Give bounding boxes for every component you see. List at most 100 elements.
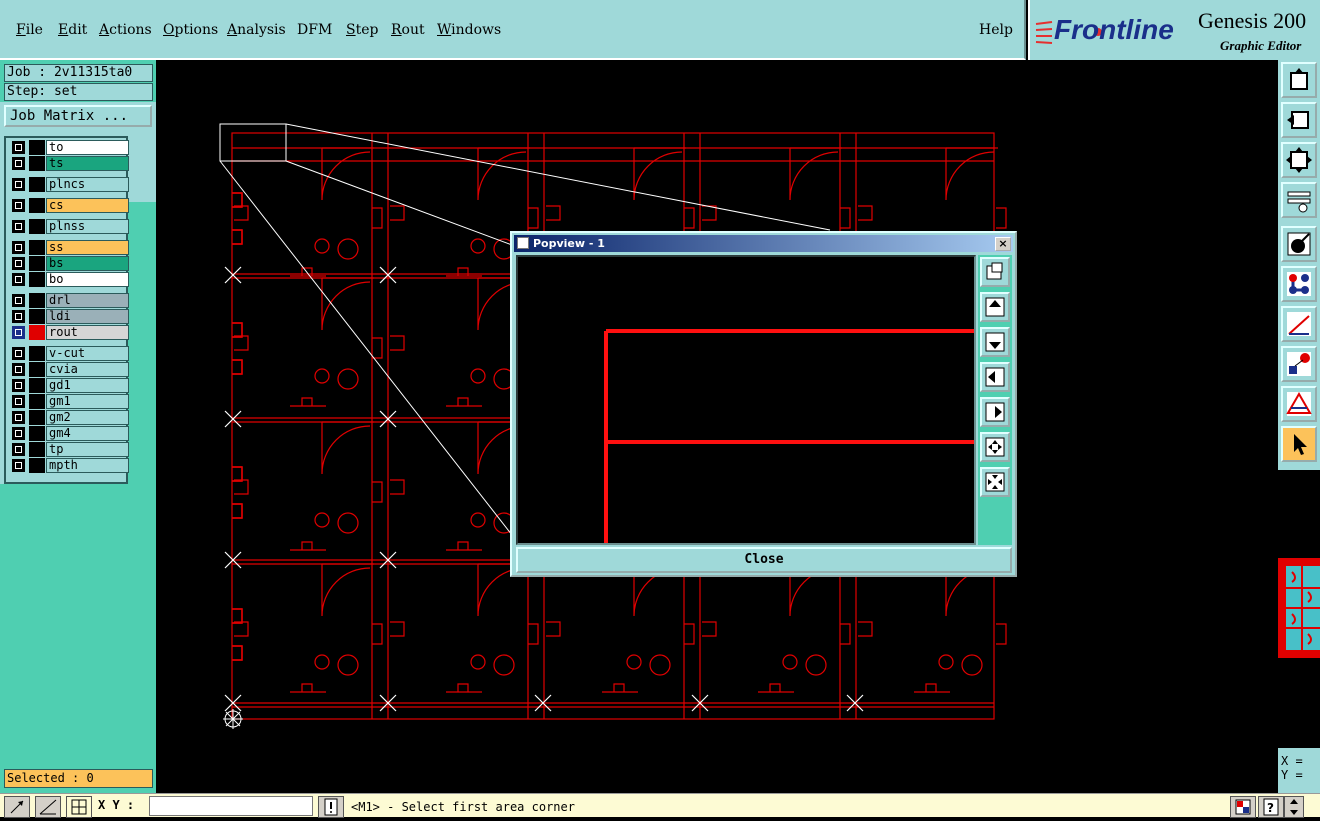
layer-row-rout-active[interactable]: rout — [10, 325, 130, 340]
layer-name: gm1 — [46, 394, 129, 409]
close-icon[interactable]: × — [995, 237, 1011, 251]
menu-edit[interactable]: Edit — [58, 22, 87, 38]
angle-icon — [39, 799, 57, 815]
popview-viewport[interactable] — [516, 255, 976, 545]
menu-analysis[interactable]: Analysis — [227, 22, 286, 38]
menu-file[interactable]: File — [16, 22, 43, 38]
layer-checkbox[interactable] — [12, 363, 25, 376]
menu-step[interactable]: Step — [346, 22, 378, 38]
layout-button[interactable] — [1230, 796, 1256, 818]
layer-checkbox[interactable] — [12, 347, 25, 360]
xy-input[interactable] — [149, 796, 313, 816]
layer-checkbox[interactable] — [12, 459, 25, 472]
layer-checkbox[interactable] — [12, 257, 25, 270]
help-button[interactable]: ? — [1258, 796, 1284, 818]
pointer-button[interactable] — [1281, 426, 1317, 462]
layer-row[interactable]: bs — [10, 256, 130, 271]
popview-window[interactable]: Popview - 1 × Close — [510, 231, 1017, 577]
zoom-window-button[interactable] — [980, 257, 1010, 287]
zoom-mode-button[interactable] — [4, 796, 30, 818]
layer-row[interactable]: plnss — [10, 219, 130, 234]
overview-minimap[interactable] — [1278, 558, 1320, 658]
menu-actions[interactable]: Actions — [99, 22, 152, 38]
layer-color-swatch — [29, 219, 45, 234]
menu-dfm[interactable]: DFM — [297, 22, 332, 38]
layer-name: mpth — [46, 458, 129, 473]
layer-row[interactable]: ts — [10, 156, 130, 171]
layer-row[interactable]: gm1 — [10, 394, 130, 409]
layer-checkbox[interactable] — [12, 427, 25, 440]
layer-row[interactable]: v-cut — [10, 346, 130, 361]
layer-checkbox[interactable] — [12, 220, 25, 233]
layer-row[interactable]: tp — [10, 442, 130, 457]
layer-checkbox[interactable] — [12, 379, 25, 392]
zoom-home-button[interactable] — [1281, 62, 1317, 98]
menu-options[interactable]: Options — [163, 22, 218, 38]
layer-name: ldi — [46, 309, 129, 324]
step-name: Step: set — [4, 83, 153, 101]
pan-up-button[interactable] — [980, 292, 1010, 322]
layer-checkbox[interactable] — [12, 326, 25, 339]
layer-checkbox[interactable] — [12, 273, 25, 286]
layer-checkbox[interactable] — [12, 241, 25, 254]
layer-checkbox[interactable] — [12, 443, 25, 456]
pan-left-button[interactable] — [980, 362, 1010, 392]
settings-button[interactable] — [1281, 182, 1317, 218]
layer-checkbox[interactable] — [12, 157, 25, 170]
scroll-button[interactable] — [1284, 796, 1304, 818]
zoom-fit-button[interactable] — [1281, 142, 1317, 178]
layer-checkbox[interactable] — [12, 141, 25, 154]
cursor-coordinates: X = Y = — [1278, 748, 1320, 793]
job-matrix-button[interactable]: Job Matrix ... — [4, 105, 152, 127]
layer-row[interactable]: bo — [10, 272, 130, 287]
measure-button[interactable] — [1281, 306, 1317, 342]
status-bar: X Y : <M1> - Select first area corner ? — [0, 793, 1320, 818]
layer-row[interactable]: gm2 — [10, 410, 130, 425]
pan-down-button[interactable] — [980, 327, 1010, 357]
select-layer-button[interactable] — [1281, 346, 1317, 382]
layer-row[interactable]: ss — [10, 240, 130, 255]
layer-row[interactable]: drl — [10, 293, 130, 308]
menu-help[interactable]: Help — [979, 22, 1013, 38]
zoom-in-icon — [985, 437, 1005, 457]
layer-checkbox[interactable] — [12, 199, 25, 212]
layer-row[interactable]: gm4 — [10, 426, 130, 441]
layer-color-swatch — [29, 272, 45, 287]
layer-checkbox[interactable] — [12, 294, 25, 307]
zoom-back-button[interactable] — [1281, 102, 1317, 138]
menu-rout[interactable]: Rout — [391, 22, 425, 38]
layer-row[interactable]: cs — [10, 198, 130, 213]
layer-checkbox[interactable] — [12, 395, 25, 408]
drc-button[interactable] — [1281, 386, 1317, 422]
layer-color-swatch — [29, 309, 45, 324]
snap-icon — [1287, 232, 1311, 256]
alert-button[interactable] — [318, 796, 344, 818]
layer-row[interactable]: cvia — [10, 362, 130, 377]
svg-text:?: ? — [1267, 801, 1274, 815]
zoom-in-button[interactable] — [980, 432, 1010, 462]
layer-row[interactable]: gd1 — [10, 378, 130, 393]
layer-row[interactable]: to — [10, 140, 130, 155]
layer-color-swatch — [29, 426, 45, 441]
layer-row[interactable]: plncs — [10, 177, 130, 192]
zoom-out-button[interactable] — [980, 467, 1010, 497]
layers-icon — [1287, 352, 1311, 376]
snap-button[interactable] — [1281, 226, 1317, 262]
pan-right-button[interactable] — [980, 397, 1010, 427]
layer-color-swatch — [29, 293, 45, 308]
layer-row[interactable]: ldi — [10, 309, 130, 324]
coord-y: Y = — [1281, 768, 1303, 782]
fit-icon — [1286, 147, 1312, 173]
net-button[interactable] — [1281, 266, 1317, 302]
layer-checkbox[interactable] — [12, 411, 25, 424]
layer-name: rout — [46, 325, 129, 340]
layer-row[interactable]: mpth — [10, 458, 130, 473]
grid-snap-button[interactable] — [35, 796, 61, 818]
grid-button[interactable] — [66, 796, 92, 818]
layer-checkbox[interactable] — [12, 310, 25, 323]
popview-close-button[interactable]: Close — [516, 547, 1012, 573]
grid-color-icon — [1235, 799, 1251, 815]
popview-titlebar[interactable]: Popview - 1 × — [514, 235, 1013, 252]
layer-checkbox[interactable] — [12, 178, 25, 191]
menu-windows[interactable]: Windows — [437, 22, 501, 38]
